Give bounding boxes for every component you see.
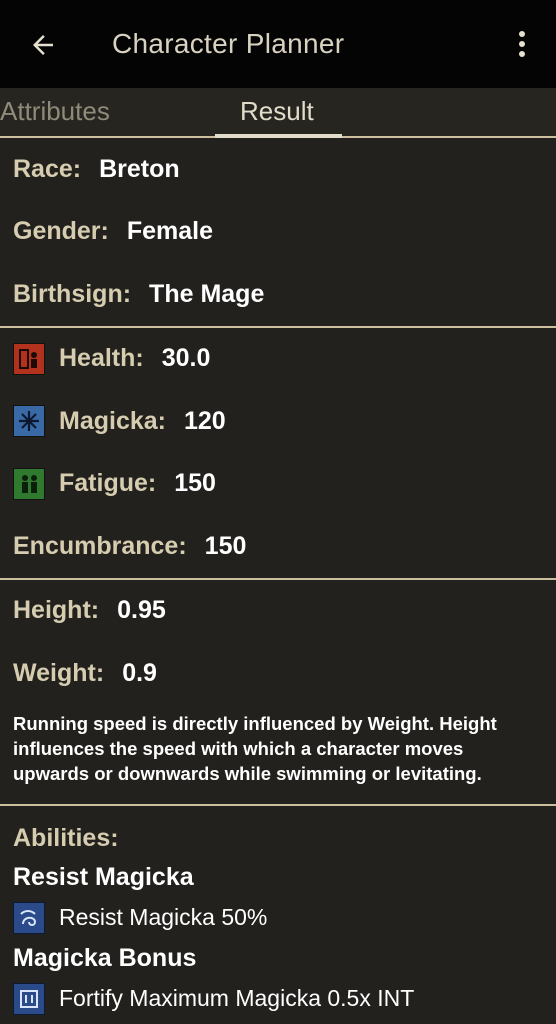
ability-name: Magicka Bonus	[13, 943, 197, 972]
weight-row: Weight: 0.9	[0, 642, 556, 705]
abilities-heading: Abilities:	[13, 823, 119, 852]
health-row: Health: 30.0	[0, 328, 556, 391]
fatigue-value: 150	[174, 469, 216, 498]
ability-effect-label: Resist Magicka 50%	[59, 904, 268, 930]
fortify-magicka-icon	[13, 982, 45, 1015]
fatigue-label: Fatigue:	[59, 469, 157, 498]
gender-row: Gender: Female	[0, 201, 556, 264]
height-value: 0.95	[117, 596, 166, 625]
tab-result[interactable]: Result	[240, 96, 314, 127]
arrow-back-icon[interactable]	[28, 30, 58, 60]
app-bar: Character Planner	[0, 0, 556, 88]
race-value: Breton	[99, 154, 180, 183]
birthsign-row: Birthsign: The Mage	[0, 263, 556, 326]
race-label: Race:	[13, 154, 82, 183]
gender-value: Female	[126, 217, 214, 246]
ability-name: Resist Magicka	[13, 862, 194, 891]
magicka-row: Magicka: 120	[0, 390, 556, 453]
resist-magicka-icon	[13, 901, 45, 934]
encumbrance-value: 150	[204, 531, 247, 560]
race-row: Race: Breton	[0, 138, 556, 201]
tab-indicator	[215, 134, 342, 138]
weight-value: 0.9	[122, 658, 157, 687]
basic-info-section: Race: Breton Gender: Female Birthsign: T…	[0, 138, 556, 328]
birthsign-label: Birthsign:	[13, 279, 132, 308]
magicka-label: Magicka:	[59, 406, 166, 435]
body-section: Height: 0.95 Weight: 0.9 Running speed i…	[0, 580, 556, 806]
tab-bar: Attributes Result	[0, 88, 556, 138]
abilities-section: Abilities: Resist Magicka Resist Magicka…	[0, 806, 556, 1015]
ability-effect-label: Fortify Maximum Magicka 0.5x INT	[59, 985, 415, 1011]
tab-attributes[interactable]: Attributes	[0, 96, 110, 127]
gender-label: Gender:	[13, 217, 109, 246]
more-vert-icon[interactable]	[518, 30, 526, 58]
page-title: Character Planner	[112, 28, 345, 59]
fatigue-icon	[13, 467, 45, 500]
ability-effect: Fortify Maximum Magicka 0.5x INT	[0, 973, 556, 1015]
weight-label: Weight:	[13, 658, 105, 687]
height-label: Height:	[13, 596, 100, 625]
fatigue-row: Fatigue: 150	[0, 453, 556, 516]
health-value: 30.0	[161, 344, 211, 373]
speed-description: Running speed is directly influenced by …	[13, 712, 497, 784]
magicka-value: 120	[183, 406, 226, 435]
birthsign-value: The Mage	[149, 279, 265, 308]
encumbrance-row: Encumbrance: 150	[0, 515, 556, 578]
magicka-icon	[13, 405, 45, 438]
ability-effect: Resist Magicka 50%	[0, 892, 556, 934]
health-icon	[13, 342, 45, 375]
encumbrance-label: Encumbrance:	[13, 531, 187, 560]
health-label: Health:	[59, 344, 144, 373]
stats-section: Health: 30.0 Magicka: 120 Fatigue: 150 E…	[0, 328, 556, 580]
height-row: Height: 0.95	[0, 580, 556, 643]
